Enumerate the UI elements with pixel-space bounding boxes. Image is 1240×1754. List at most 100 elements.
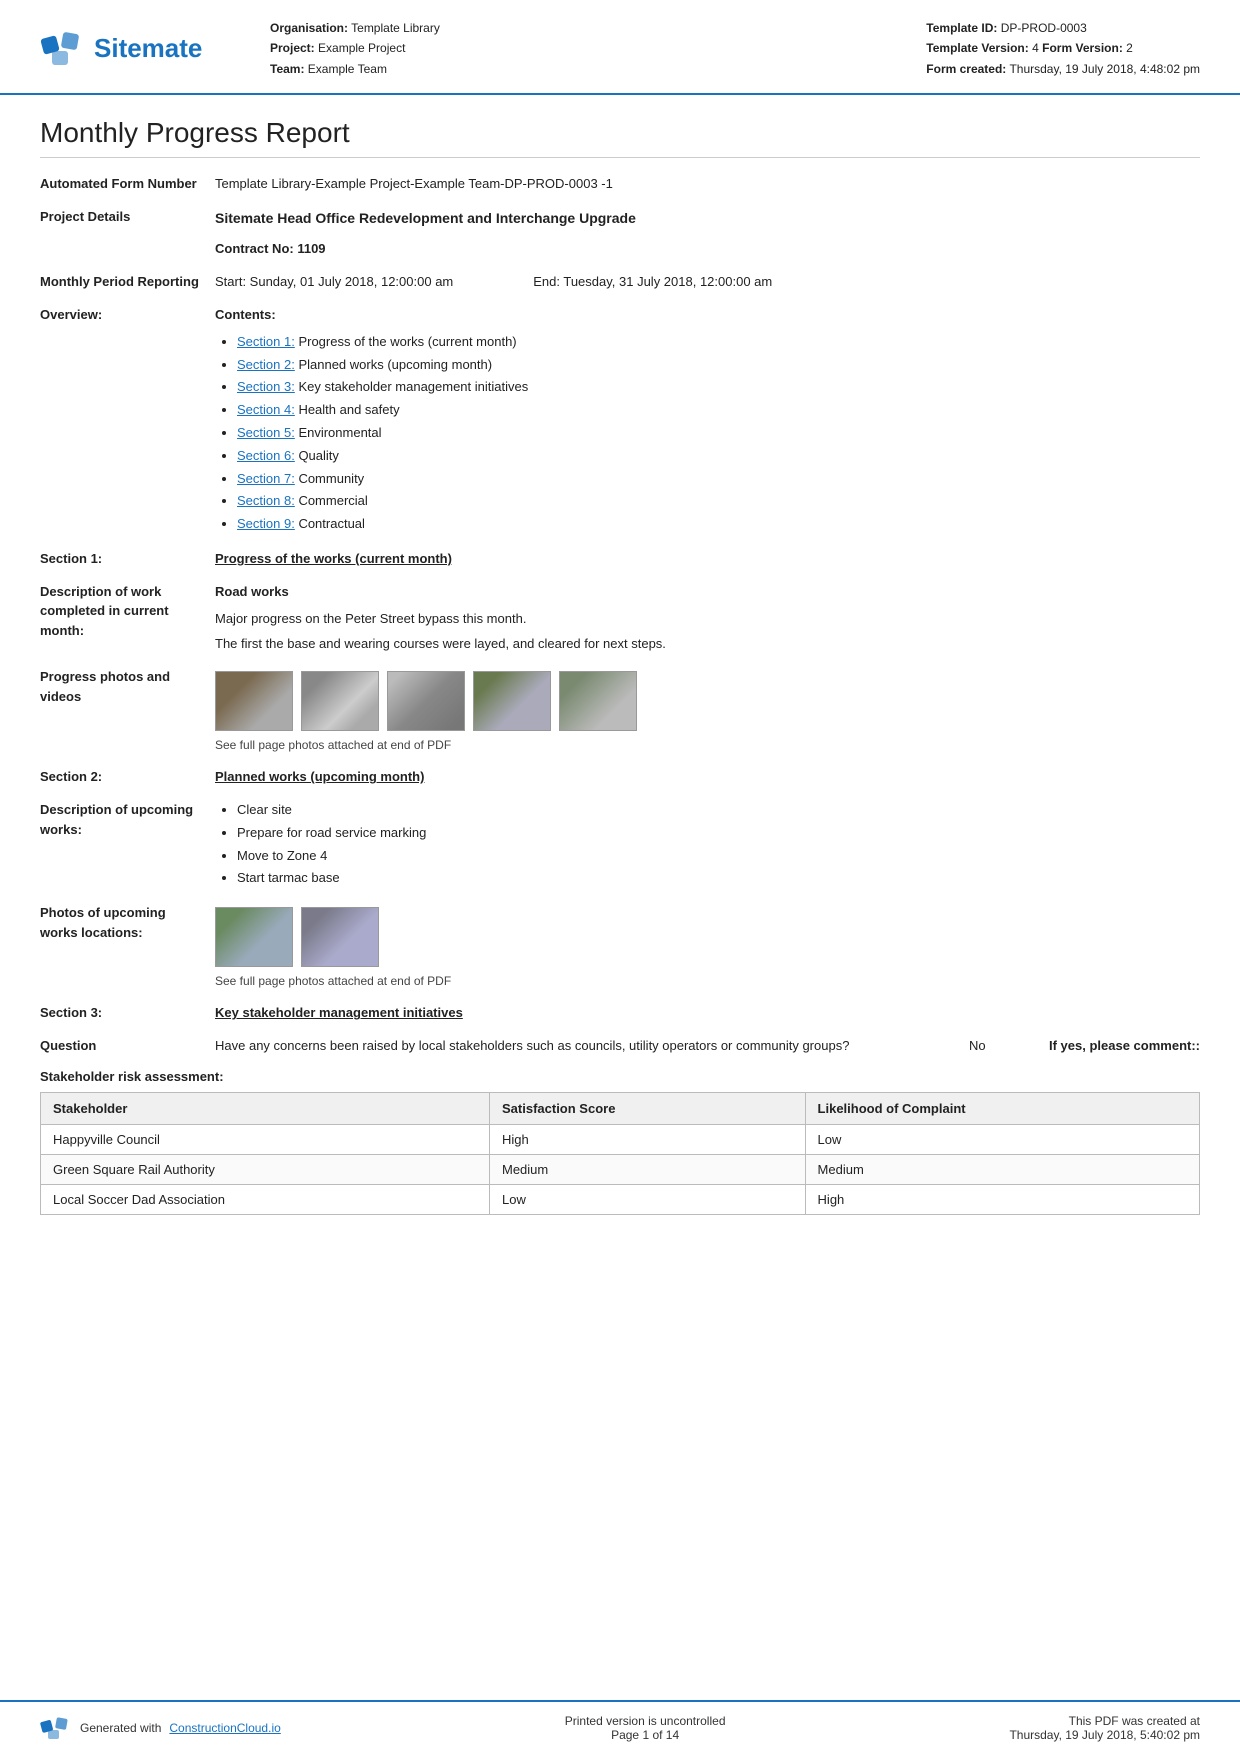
list-item: Section 7: Community bbox=[237, 469, 1200, 490]
question-answer: No bbox=[969, 1036, 1019, 1057]
footer-generated-label: Generated with bbox=[80, 1721, 161, 1735]
photo-thumb-5 bbox=[559, 671, 637, 731]
likelihood-complaint: High bbox=[805, 1185, 1199, 1215]
overview-label: Overview: bbox=[40, 305, 215, 325]
desc-work-row: Description of work completed in current… bbox=[40, 582, 1200, 655]
upcoming-photo-thumb-1 bbox=[215, 907, 293, 967]
list-item: Section 9: Contractual bbox=[237, 514, 1200, 535]
list-item: Section 1: Progress of the works (curren… bbox=[237, 332, 1200, 353]
logo-text: Sitemate bbox=[94, 33, 202, 64]
footer: Generated with ConstructionCloud.io Prin… bbox=[0, 1700, 1240, 1754]
table-header-row: Stakeholder Satisfaction Score Likelihoo… bbox=[41, 1093, 1200, 1125]
upcoming-photo-thumb-2 bbox=[301, 907, 379, 967]
section1-label: Section 1: bbox=[40, 549, 215, 569]
list-item: Section 6: Quality bbox=[237, 446, 1200, 467]
table-header-satisfaction: Satisfaction Score bbox=[490, 1093, 806, 1125]
sitemate-logo-icon bbox=[40, 27, 84, 71]
stakeholder-name: Green Square Rail Authority bbox=[41, 1155, 490, 1185]
footer-generated-link[interactable]: ConstructionCloud.io bbox=[169, 1721, 280, 1735]
project-details-value: Sitemate Head Office Redevelopment and I… bbox=[215, 207, 1200, 260]
section2-label: Section 2: bbox=[40, 767, 215, 787]
table-row: Happyville Council High Low bbox=[41, 1125, 1200, 1155]
section3-label: Section 3: bbox=[40, 1003, 215, 1023]
table-body: Happyville Council High Low Green Square… bbox=[41, 1125, 1200, 1215]
form-created-line: Form created: Thursday, 19 July 2018, 4:… bbox=[926, 59, 1200, 79]
template-version-line: Template Version: 4 Form Version: 2 bbox=[926, 38, 1200, 58]
section2-row: Section 2: Planned works (upcoming month… bbox=[40, 767, 1200, 788]
list-item: Prepare for road service marking bbox=[237, 823, 1200, 844]
satisfaction-score: Medium bbox=[490, 1155, 806, 1185]
period-dates: Start: Sunday, 01 July 2018, 12:00:00 am… bbox=[215, 272, 1200, 293]
table-header-likelihood: Likelihood of Complaint bbox=[805, 1093, 1199, 1125]
template-id-line: Template ID: DP-PROD-0003 bbox=[926, 18, 1200, 38]
upcoming-photos-row: Photos of upcoming works locations: See … bbox=[40, 903, 1200, 991]
likelihood-complaint: Medium bbox=[805, 1155, 1199, 1185]
upcoming-photos-label: Photos of upcoming works locations: bbox=[40, 903, 215, 942]
section2-heading-value: Planned works (upcoming month) bbox=[215, 767, 1200, 788]
overview-value: Contents: Section 1: Progress of the wor… bbox=[215, 305, 1200, 537]
automated-form-row: Automated Form Number Template Library-E… bbox=[40, 174, 1200, 195]
monthly-period-label: Monthly Period Reporting bbox=[40, 272, 215, 292]
photo-thumb-1 bbox=[215, 671, 293, 731]
progress-photos-row: Progress photos and videos See full page… bbox=[40, 667, 1200, 755]
footer-right: This PDF was created at Thursday, 19 Jul… bbox=[1009, 1714, 1200, 1742]
logo-area: Sitemate bbox=[40, 27, 240, 71]
upcoming-works-label: Description of upcoming works: bbox=[40, 800, 215, 839]
footer-logo-icon bbox=[40, 1714, 72, 1742]
main-content: Monthly Progress Report Automated Form N… bbox=[0, 95, 1240, 1700]
automated-form-label: Automated Form Number bbox=[40, 174, 215, 194]
list-item: Move to Zone 4 bbox=[237, 846, 1200, 867]
page: Sitemate Organisation: Template Library … bbox=[0, 0, 1240, 1754]
progress-photos-value: See full page photos attached at end of … bbox=[215, 667, 1200, 755]
header-meta: Organisation: Template Library Project: … bbox=[240, 18, 1200, 79]
automated-form-value: Template Library-Example Project-Example… bbox=[215, 174, 1200, 195]
section1-heading-value: Progress of the works (current month) bbox=[215, 549, 1200, 570]
photo-thumbnails bbox=[215, 671, 1200, 731]
stakeholder-table: Stakeholder Satisfaction Score Likelihoo… bbox=[40, 1092, 1200, 1215]
progress-photos-label: Progress photos and videos bbox=[40, 667, 215, 706]
stakeholder-name: Happyville Council bbox=[41, 1125, 490, 1155]
list-item: Section 5: Environmental bbox=[237, 423, 1200, 444]
footer-center: Printed version is uncontrolled Page 1 o… bbox=[565, 1714, 726, 1742]
question-row: Question Have any concerns been raised b… bbox=[40, 1036, 1200, 1057]
list-item: Section 3: Key stakeholder management in… bbox=[237, 377, 1200, 398]
table-row: Local Soccer Dad Association Low High bbox=[41, 1185, 1200, 1215]
photo-thumb-4 bbox=[473, 671, 551, 731]
table-row: Green Square Rail Authority Medium Mediu… bbox=[41, 1155, 1200, 1185]
project-details-label: Project Details bbox=[40, 207, 215, 227]
question-label: Question bbox=[40, 1036, 215, 1056]
overview-row: Overview: Contents: Section 1: Progress … bbox=[40, 305, 1200, 537]
stakeholder-section: Stakeholder risk assessment: Stakeholder… bbox=[40, 1069, 1200, 1215]
section3-row: Section 3: Key stakeholder management in… bbox=[40, 1003, 1200, 1024]
list-item: Section 8: Commercial bbox=[237, 491, 1200, 512]
project-details-row: Project Details Sitemate Head Office Red… bbox=[40, 207, 1200, 260]
upcoming-photos-value: See full page photos attached at end of … bbox=[215, 903, 1200, 991]
list-item: Section 2: Planned works (upcoming month… bbox=[237, 355, 1200, 376]
satisfaction-score: High bbox=[490, 1125, 806, 1155]
header-meta-right: Template ID: DP-PROD-0003 Template Versi… bbox=[926, 18, 1200, 79]
question-text: Have any concerns been raised by local s… bbox=[215, 1036, 939, 1057]
photo-thumb-3 bbox=[387, 671, 465, 731]
photo-thumb-2 bbox=[301, 671, 379, 731]
desc-work-label: Description of work completed in current… bbox=[40, 582, 215, 641]
table-header-stakeholder: Stakeholder bbox=[41, 1093, 490, 1125]
report-title: Monthly Progress Report bbox=[40, 117, 1200, 158]
footer-left: Generated with ConstructionCloud.io bbox=[40, 1714, 281, 1742]
upcoming-works-list: Clear site Prepare for road service mark… bbox=[215, 800, 1200, 889]
org-line: Organisation: Template Library bbox=[270, 18, 440, 38]
monthly-period-row: Monthly Period Reporting Start: Sunday, … bbox=[40, 272, 1200, 293]
contents-list: Section 1: Progress of the works (curren… bbox=[215, 332, 1200, 535]
upcoming-photo-thumbnails bbox=[215, 907, 1200, 967]
header-meta-left: Organisation: Template Library Project: … bbox=[270, 18, 440, 79]
monthly-period-value: Start: Sunday, 01 July 2018, 12:00:00 am… bbox=[215, 272, 1200, 293]
question-content: Have any concerns been raised by local s… bbox=[215, 1036, 1200, 1057]
question-value: Have any concerns been raised by local s… bbox=[215, 1036, 1200, 1057]
list-item: Section 4: Health and safety bbox=[237, 400, 1200, 421]
desc-work-value: Road works Major progress on the Peter S… bbox=[215, 582, 1200, 655]
list-item: Clear site bbox=[237, 800, 1200, 821]
list-item: Start tarmac base bbox=[237, 868, 1200, 889]
upcoming-works-row: Description of upcoming works: Clear sit… bbox=[40, 800, 1200, 891]
stakeholder-name: Local Soccer Dad Association bbox=[41, 1185, 490, 1215]
likelihood-complaint: Low bbox=[805, 1125, 1199, 1155]
team-line: Team: Example Team bbox=[270, 59, 440, 79]
